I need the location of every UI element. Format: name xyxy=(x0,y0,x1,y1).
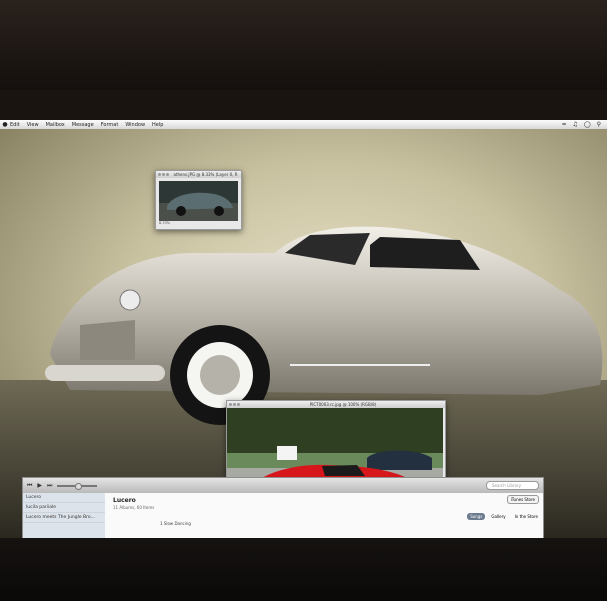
car-front-hubcap xyxy=(200,355,240,395)
itunes-toolbar: ⏮ ▶ ⏭ Search Library xyxy=(23,478,543,493)
album-meta: 11 Albums, 60 Items xyxy=(113,505,155,510)
minimize-icon[interactable] xyxy=(233,403,236,406)
zoom-icon[interactable] xyxy=(237,403,240,406)
volume-icon[interactable]: ♫ xyxy=(572,121,577,128)
menu-view[interactable]: View xyxy=(27,122,39,128)
clock-icon[interactable]: ◯ xyxy=(584,121,591,128)
close-icon[interactable] xyxy=(229,403,232,406)
menu-format[interactable]: Format xyxy=(101,122,119,128)
window-title: athens.JPG @ 8.33% (Layer 0, R xyxy=(173,172,238,177)
menu-edit[interactable]: Edit xyxy=(10,122,20,128)
menu-mailbox[interactable]: Mailbox xyxy=(46,122,65,128)
view-tabs: Songs Gallery In the Store xyxy=(467,513,541,520)
previous-icon[interactable]: ⏮ xyxy=(27,482,32,490)
monitor-bezel-top xyxy=(0,0,607,90)
window-titlebar[interactable]: athens.JPG @ 8.33% (Layer 0, R xyxy=(156,171,241,178)
small-image-canvas xyxy=(159,181,238,221)
car-grille xyxy=(80,320,135,360)
play-icon[interactable]: ▶ xyxy=(37,482,42,489)
search-field[interactable]: Search Library xyxy=(486,481,539,490)
tab-gallery[interactable]: Gallery xyxy=(488,513,508,520)
wifi-icon[interactable]: ≈ xyxy=(561,121,566,128)
sidebar-item[interactable]: lucila pariiale xyxy=(23,503,105,513)
menu-bar: ● Edit View Mailbox Message Format Windo… xyxy=(0,120,607,129)
spotlight-icon[interactable]: ⚲ xyxy=(597,121,601,128)
itunes-main: Lucero 11 Albums, 60 Items 1 Slow Dancin… xyxy=(105,493,543,538)
car-side-window xyxy=(370,237,480,270)
menu-help[interactable]: Help xyxy=(152,122,163,128)
window-controls xyxy=(229,403,240,406)
track-row[interactable]: 1 Slow Dancing xyxy=(160,521,191,526)
window-title: PICT0003.rc.jpg @ 100% (RGB/8) xyxy=(309,402,377,407)
minimize-icon[interactable] xyxy=(162,173,165,176)
next-icon[interactable]: ⏭ xyxy=(47,482,52,490)
sidebar-item[interactable]: Lucero xyxy=(23,493,105,503)
small-image-window[interactable]: athens.JPG @ 8.33% (Layer 0, R 8.33% xyxy=(155,170,242,230)
itunes-window[interactable]: ⏮ ▶ ⏭ Search Library Lucero lucila parii… xyxy=(22,477,544,538)
car-headlight xyxy=(119,289,141,311)
sidebar-item[interactable]: Lucero meets The Jungle Bro... xyxy=(23,513,105,523)
itunes-sidebar: Lucero lucila pariiale Lucero meets The … xyxy=(23,493,105,538)
desktop-screen: ● Edit View Mailbox Message Format Windo… xyxy=(0,120,607,538)
zoom-readout: 8.33% xyxy=(159,221,171,225)
window-titlebar[interactable]: PICT0003.rc.jpg @ 100% (RGB/8) xyxy=(227,401,445,408)
volume-slider[interactable] xyxy=(57,482,98,490)
window-controls xyxy=(158,173,169,176)
wallpaper-car xyxy=(45,226,603,425)
status-area: ≈ ♫ ◯ ⚲ xyxy=(561,121,607,128)
menu-message[interactable]: Message xyxy=(72,122,94,128)
car-front-bumper xyxy=(45,365,165,381)
menu-window[interactable]: Window xyxy=(125,122,145,128)
zoom-icon[interactable] xyxy=(166,173,169,176)
close-icon[interactable] xyxy=(158,173,161,176)
tab-in-the-store[interactable]: In the Store xyxy=(512,513,541,520)
apple-menu-icon[interactable]: ● xyxy=(0,121,10,128)
album-title: Lucero xyxy=(113,497,136,504)
tab-songs[interactable]: Songs xyxy=(467,513,486,520)
itunes-store-button[interactable]: iTunes Store xyxy=(506,495,539,504)
monitor-bezel-bottom xyxy=(0,538,607,601)
